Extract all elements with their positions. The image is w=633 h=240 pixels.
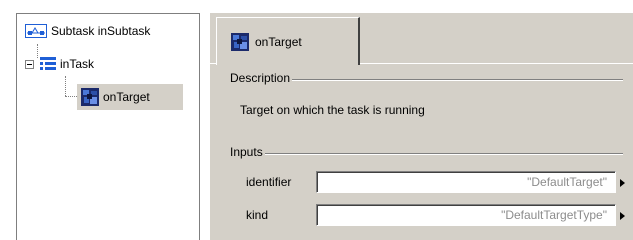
window: Subtask inSubtask inTask onTarget onTarg… bbox=[0, 0, 633, 240]
target-icon bbox=[81, 88, 99, 106]
identifier-field[interactable]: "DefaultTarget" bbox=[316, 171, 616, 193]
target-icon bbox=[231, 32, 249, 51]
tree-item-label: inTask bbox=[60, 57, 95, 71]
collapse-icon[interactable] bbox=[25, 59, 34, 69]
expand-arrow-icon[interactable] bbox=[620, 179, 625, 187]
group-divider bbox=[230, 153, 623, 154]
kind-field[interactable]: "DefaultTargetType" bbox=[316, 204, 616, 226]
tab-label: onTarget bbox=[255, 34, 302, 49]
tree-item-label: onTarget bbox=[103, 90, 150, 104]
tree-item-ontarget[interactable]: onTarget bbox=[77, 84, 183, 110]
tree-item-label: Subtask inSubtask bbox=[51, 24, 151, 38]
tab-underline bbox=[360, 63, 633, 64]
task-icon bbox=[40, 56, 56, 72]
tree-connector bbox=[65, 76, 66, 96]
tree-item-subtask[interactable]: Subtask inSubtask bbox=[25, 20, 150, 42]
kind-label: kind bbox=[246, 208, 269, 222]
inputs-header: Inputs bbox=[230, 145, 265, 159]
tab-ontarget[interactable]: onTarget bbox=[216, 17, 360, 65]
expand-arrow-icon[interactable] bbox=[620, 212, 625, 220]
description-header: Description bbox=[230, 71, 293, 85]
tree-connector bbox=[65, 96, 77, 97]
tab-bar: onTarget bbox=[210, 13, 633, 65]
tree-view[interactable]: Subtask inSubtask inTask onTarget bbox=[16, 13, 200, 240]
editor-panel: onTarget Description Target on which the… bbox=[210, 13, 633, 240]
tree-item-intask[interactable]: inTask bbox=[25, 53, 94, 75]
identifier-label: identifier bbox=[246, 175, 292, 189]
description-text: Target on which the task is running bbox=[240, 103, 425, 117]
subtask-icon bbox=[25, 24, 47, 38]
